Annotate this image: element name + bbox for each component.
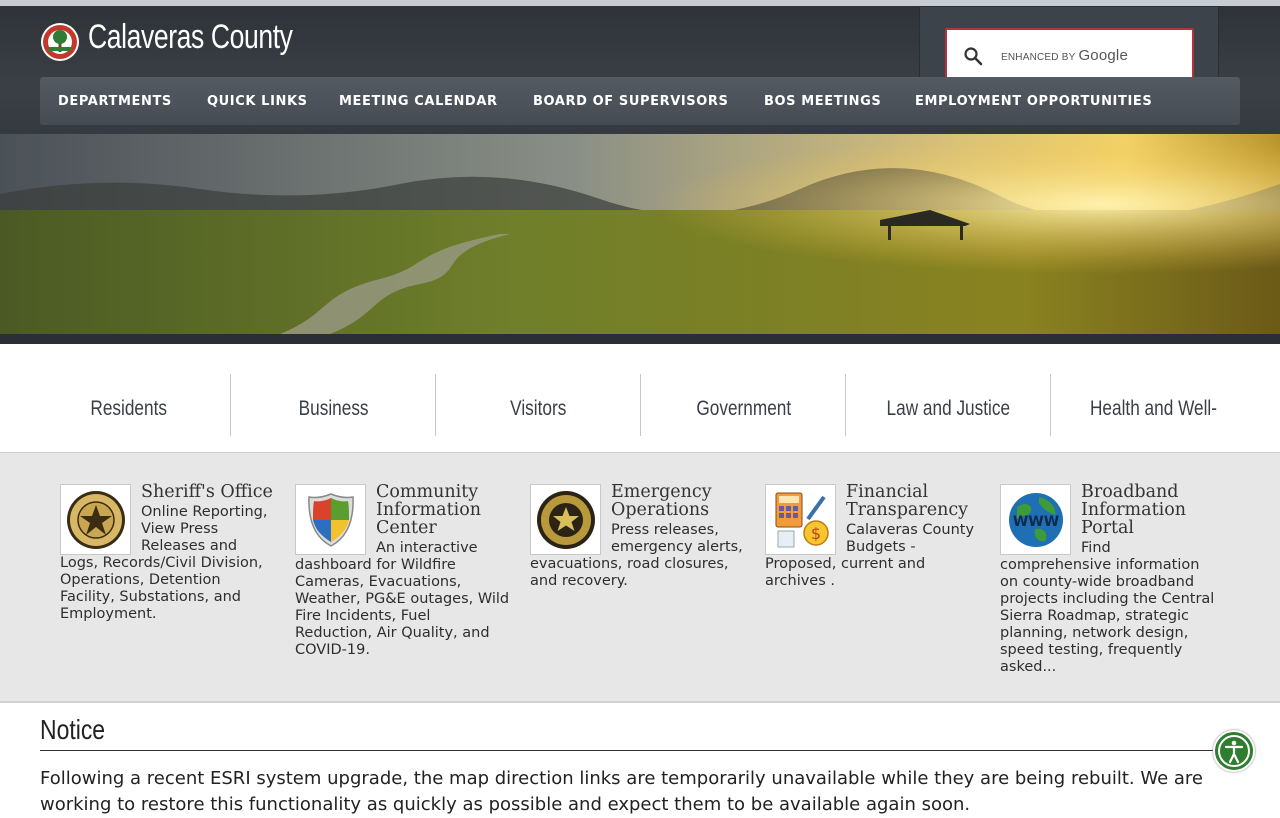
feature-description: Find comprehensive information on county… bbox=[1000, 540, 1215, 675]
www-globe-icon[interactable]: WWW bbox=[1000, 484, 1071, 555]
sheriff-badge-icon[interactable] bbox=[60, 484, 131, 555]
audience-label: Business bbox=[298, 397, 369, 420]
feature-card-sheriff[interactable]: Sheriff's Office Online Reporting, View … bbox=[60, 483, 275, 623]
audience-residents[interactable]: Residents bbox=[26, 374, 231, 436]
hero-image bbox=[0, 134, 1280, 334]
shield-icon[interactable] bbox=[295, 484, 366, 555]
audience-law-and-justice[interactable]: Law and Justice bbox=[846, 374, 1051, 436]
accessibility-button[interactable] bbox=[1213, 730, 1255, 772]
nav-departments[interactable]: DEPARTMENTS bbox=[58, 77, 172, 125]
audience-government[interactable]: Government bbox=[641, 374, 846, 436]
audience-label: Government bbox=[696, 397, 791, 420]
feature-card-financial-transparency[interactable]: $ Financial Transparency Calaveras Count… bbox=[765, 483, 980, 590]
audience-visitors[interactable]: Visitors bbox=[436, 374, 641, 436]
calculator-icon[interactable]: $ bbox=[765, 484, 836, 555]
google-logo: Google bbox=[1078, 47, 1129, 64]
nav-meeting-calendar[interactable]: MEETING CALENDAR bbox=[339, 77, 498, 125]
emergency-badge-icon[interactable] bbox=[530, 484, 601, 555]
nav-board-of-supervisors[interactable]: BOARD OF SUPERVISORS bbox=[533, 77, 728, 125]
svg-text:WWW: WWW bbox=[1012, 514, 1058, 530]
site-title[interactable]: Calaveras County bbox=[88, 18, 293, 57]
nav-quick-links[interactable]: QUICK LINKS bbox=[207, 77, 308, 125]
audience-business[interactable]: Business bbox=[231, 374, 436, 436]
search-icon[interactable] bbox=[963, 46, 983, 66]
feature-card-broadband[interactable]: WWW Broadband Information Portal Find co… bbox=[1000, 483, 1215, 676]
accessibility-icon bbox=[1218, 735, 1250, 767]
notice-heading: Notice bbox=[40, 714, 106, 745]
nav-bos-meetings[interactable]: BOS MEETINGS bbox=[764, 77, 881, 125]
audience-label: Residents bbox=[90, 397, 167, 420]
audience-label: Visitors bbox=[510, 397, 567, 420]
search-branding: ENHANCED BY Google bbox=[1001, 47, 1128, 64]
feature-card-community-information[interactable]: Community Information Center An interact… bbox=[295, 483, 510, 659]
landscape-illustration bbox=[0, 134, 1280, 334]
svg-text:$: $ bbox=[810, 524, 820, 543]
nav-employment-opportunities[interactable]: EMPLOYMENT OPPORTUNITIES bbox=[915, 77, 1152, 125]
notice-text: Following a recent ESRI system upgrade, … bbox=[40, 768, 1204, 815]
main-nav: DEPARTMENTS QUICK LINKS MEETING CALENDAR… bbox=[40, 77, 1240, 125]
audience-label: Law and Justice bbox=[886, 397, 1011, 420]
county-seal-icon[interactable] bbox=[40, 22, 80, 62]
notice-divider bbox=[40, 750, 1240, 751]
feature-description: An interactive dashboard for Wildfire Ca… bbox=[295, 540, 510, 658]
feature-card-emergency-operations[interactable]: Emergency Operations Press releases, eme… bbox=[530, 483, 745, 590]
search-enhanced-label: ENHANCED BY bbox=[1001, 52, 1076, 63]
audience-health-and-well-being[interactable]: Health and Well-Being bbox=[1051, 374, 1256, 490]
search-input[interactable]: ENHANCED BY Google bbox=[945, 28, 1194, 80]
hero-divider bbox=[0, 334, 1280, 344]
